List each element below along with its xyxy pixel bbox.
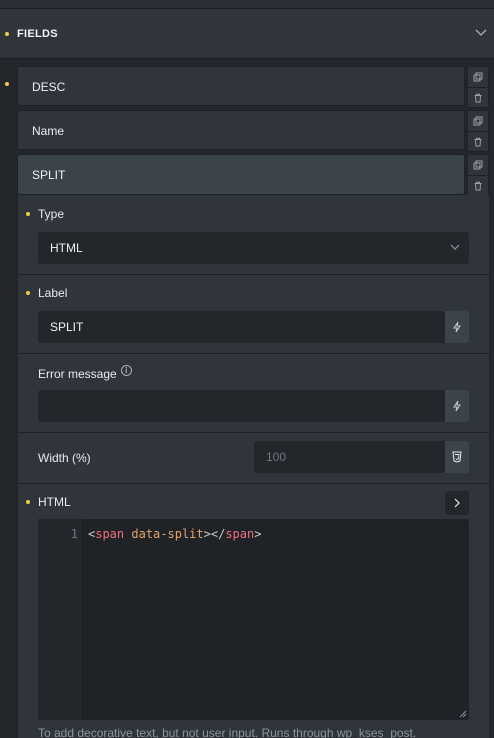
repeater-item-actions: [467, 66, 489, 108]
input-placeholder: 100: [266, 450, 287, 464]
line-number-gutter: 1: [38, 519, 83, 720]
help-text: To add decorative text, but not user inp…: [38, 726, 417, 738]
trash-icon[interactable]: [468, 175, 488, 195]
changed-indicator-dot: [26, 500, 30, 504]
type-control: Type HTML: [18, 195, 490, 275]
chevron-down-icon[interactable]: [474, 25, 488, 39]
clone-icon[interactable]: [468, 111, 488, 131]
repeater-item-desc[interactable]: DESC: [17, 66, 465, 106]
fields-section-header[interactable]: FIELDS: [0, 9, 494, 59]
resize-handle-icon[interactable]: [459, 710, 467, 718]
trash-icon[interactable]: [468, 87, 488, 107]
clone-icon[interactable]: [468, 67, 488, 87]
type-select[interactable]: HTML: [38, 232, 469, 264]
chevron-right-icon: [454, 498, 460, 508]
repeater-item-actions: [467, 110, 489, 152]
label-control: Label SPLIT: [18, 275, 490, 354]
control-label: Type: [38, 207, 65, 221]
code-token: data-split: [124, 527, 204, 541]
select-value: HTML: [50, 241, 83, 255]
error-message-control: Error message i: [18, 354, 490, 433]
clone-icon[interactable]: [468, 155, 488, 175]
width-control: Width (%) 100: [18, 433, 490, 484]
repeater-item-split[interactable]: SPLIT: [17, 154, 465, 195]
chevron-down-icon: [450, 244, 460, 250]
label-input[interactable]: SPLIT: [38, 311, 445, 343]
code-token: ></: [203, 527, 226, 541]
error-message-input[interactable]: [38, 390, 445, 422]
input-value: SPLIT: [50, 320, 84, 334]
dynamic-data-button[interactable]: [445, 390, 469, 422]
bolt-icon: [453, 400, 461, 412]
control-label: HTML: [38, 495, 71, 509]
code-line[interactable]: <span data-split></span>: [88, 527, 261, 541]
repeater-item-name[interactable]: Name: [17, 110, 465, 150]
changed-indicator-dot: [26, 291, 30, 295]
dynamic-data-button[interactable]: [445, 311, 469, 343]
trash-icon[interactable]: [468, 131, 488, 151]
code-token: span: [95, 527, 125, 541]
control-label: Label: [38, 286, 68, 300]
width-input[interactable]: 100: [254, 441, 445, 473]
line-number: 1: [70, 527, 78, 541]
code-token: >: [254, 527, 262, 541]
changed-indicator-dot: [5, 32, 9, 36]
changed-indicator-dot: [5, 82, 9, 86]
repeater-item-label: SPLIT: [32, 168, 66, 182]
code-token: span: [225, 527, 255, 541]
section-title: FIELDS: [17, 28, 58, 40]
css-toggle-button[interactable]: [445, 441, 469, 473]
html-control: HTML 1 <span data-split></span>: [18, 484, 490, 738]
code-editor[interactable]: 1 <span data-split></span>: [38, 519, 469, 720]
expand-editor-button[interactable]: [445, 491, 469, 515]
repeater-item-label: DESC: [32, 80, 66, 94]
changed-indicator-dot: [26, 212, 30, 216]
control-label: Width (%): [38, 451, 91, 465]
info-icon[interactable]: i: [120, 365, 132, 376]
control-label: Error message i: [38, 365, 132, 381]
panel-top-strip: [0, 0, 494, 9]
repeater-item-actions: [467, 154, 489, 196]
bolt-icon: [453, 321, 461, 333]
repeater-item-label: Name: [32, 124, 65, 138]
css3-icon: [452, 451, 462, 463]
split-field-settings: Type HTML Label SPLIT Error message i Wid…: [17, 195, 490, 738]
